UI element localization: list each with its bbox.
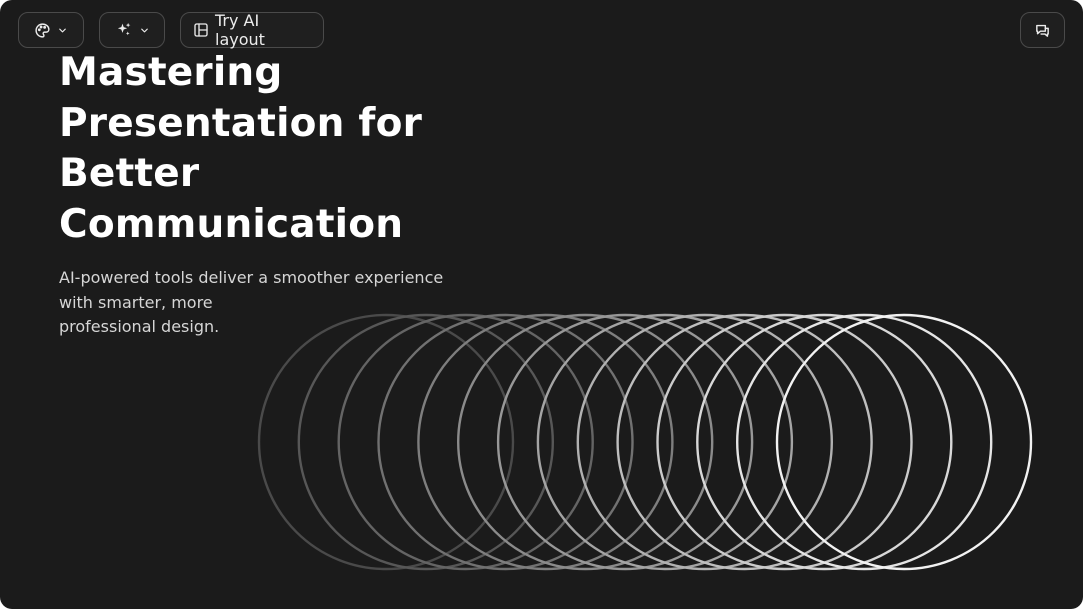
ring-5 (417, 313, 674, 571)
subtitle-line: professional design. (59, 317, 220, 336)
ring-3 (337, 313, 594, 571)
title-line: Better (59, 151, 200, 196)
ring-13 (736, 313, 993, 571)
chevron-down-icon (139, 25, 150, 36)
comment-icon (1034, 22, 1051, 39)
ring-9 (576, 313, 833, 571)
chevron-down-icon (57, 25, 68, 36)
ring-1 (257, 313, 515, 571)
ring-12 (696, 313, 953, 571)
subtitle-line: with smarter, more (59, 292, 213, 312)
ring-2 (297, 313, 554, 571)
ring-14 (775, 313, 1033, 571)
title-line: Communication (59, 201, 404, 247)
ring-7 (496, 313, 754, 571)
ring-11 (656, 313, 913, 571)
slide-subtitle: AI-powered tools deliver a smoother expe… (59, 266, 479, 340)
ai-magic-button[interactable] (99, 12, 165, 48)
slide-title: Mastering Presentation for Better Commun… (59, 48, 479, 250)
slide-canvas: Try AI layout Mastering Presentation for… (0, 0, 1083, 609)
ring-4 (377, 313, 634, 571)
theme-button[interactable] (18, 12, 84, 48)
layout-icon (193, 22, 209, 38)
comments-button[interactable] (1020, 12, 1065, 48)
title-line: Mastering (59, 50, 283, 95)
ring-8 (536, 313, 794, 571)
try-ai-layout-label: Try AI layout (215, 11, 265, 49)
ring-10 (616, 313, 873, 571)
palette-icon (34, 22, 51, 39)
try-ai-layout-button[interactable]: Try AI layout (180, 11, 324, 49)
sparkles-icon (115, 21, 133, 39)
title-line: Presentation for (59, 100, 422, 146)
ring-6 (457, 313, 714, 571)
subtitle-line: AI-powered tools deliver a smoother expe… (59, 268, 444, 287)
